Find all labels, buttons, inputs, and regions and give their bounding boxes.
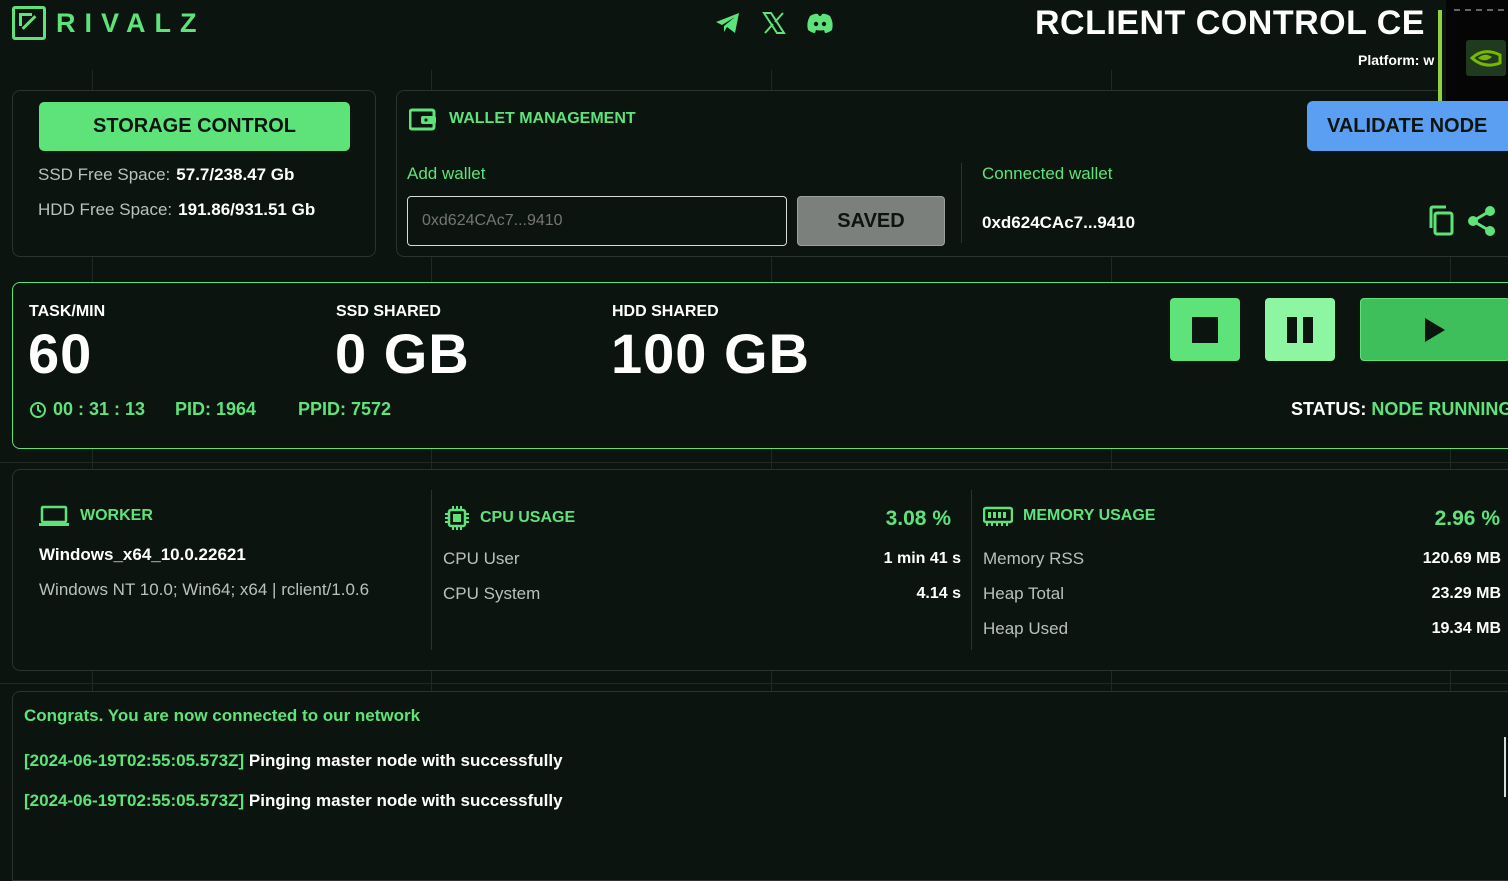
- heap-used-label: Heap Used: [983, 619, 1069, 638]
- discord-icon[interactable]: [806, 9, 834, 37]
- log-timestamp: [2024-06-19T02:55:05.573Z]: [24, 751, 245, 770]
- memory-rss-label: Memory RSS: [983, 549, 1085, 568]
- memory-title: MEMORY USAGE: [1023, 507, 1156, 524]
- wallet-address-input[interactable]: [407, 196, 787, 246]
- cpu-header: CPU USAGE: [444, 505, 575, 531]
- divider: [971, 490, 972, 650]
- log-timestamp: [2024-06-19T02:55:05.573Z]: [24, 791, 245, 810]
- cpu-title: CPU USAGE: [480, 509, 576, 526]
- hdd-free-label: HDD Free Space:: [38, 200, 173, 219]
- platform-label: Platform: w: [1358, 52, 1435, 68]
- status-label: STATUS:: [1291, 399, 1367, 419]
- clock-icon: [30, 401, 46, 418]
- task-per-min-value: 60: [28, 322, 93, 385]
- stop-icon: [1192, 316, 1218, 343]
- connected-wallet-label: Connected wallet: [982, 164, 1113, 183]
- stop-button[interactable]: [1170, 298, 1240, 361]
- validate-node-button[interactable]: VALIDATE NODE: [1307, 101, 1508, 151]
- status-value: NODE RUNNING: [1371, 399, 1508, 419]
- saved-button[interactable]: SAVED: [797, 196, 945, 246]
- ssd-shared-value: 0 GB: [335, 322, 470, 385]
- social-links: [714, 9, 834, 37]
- wallet-icon: [409, 108, 436, 131]
- heap-used-value: 19.34 MB: [1431, 620, 1501, 637]
- ssd-free-label: SSD Free Space:: [38, 165, 171, 184]
- divider: [431, 490, 432, 650]
- ssd-free-value: 57.7/238.47 Gb: [176, 165, 295, 184]
- worker-header: WORKER: [38, 505, 153, 527]
- memory-percent: 2.96 %: [1434, 507, 1500, 530]
- rivalz-logo-icon: [12, 6, 46, 40]
- worker-title: WORKER: [80, 507, 153, 524]
- pause-button[interactable]: [1265, 298, 1335, 361]
- wallet-title: WALLET MANAGEMENT: [449, 110, 636, 127]
- page-title: RCLIENT CONTROL CE: [1035, 4, 1425, 42]
- cpu-user-value: 1 min 41 s: [883, 550, 961, 567]
- uptime: 00 : 31 : 13: [29, 399, 145, 420]
- telegram-icon[interactable]: [714, 9, 742, 37]
- cpu-user-label: CPU User: [443, 549, 520, 568]
- memory-icon: [983, 506, 1013, 526]
- connected-message: Congrats. You are now connected to our n…: [24, 706, 421, 725]
- laptop-icon: [39, 505, 69, 526]
- divider: [961, 163, 962, 243]
- hdd-shared-label: HDD SHARED: [612, 303, 719, 320]
- worker-os: Windows_x64_10.0.22621: [39, 545, 246, 564]
- accent-bar: [1438, 10, 1442, 101]
- copy-icon[interactable]: [1427, 205, 1455, 237]
- brand-logo[interactable]: RIVALZ: [12, 6, 206, 40]
- storage-panel: STORAGE CONTROL SSD Free Space: 57.7/238.…: [12, 90, 376, 257]
- worker-agent: Windows NT 10.0; Win64; x64 | rclient/1.…: [39, 580, 370, 599]
- memory-rss-value: 120.69 MB: [1422, 550, 1501, 567]
- log-entry: [2024-06-19T02:55:05.573Z] Pinging maste…: [24, 751, 563, 771]
- cpu-system-value: 4.14 s: [916, 585, 961, 602]
- share-icon[interactable]: [1467, 205, 1497, 237]
- divider: [1454, 9, 1504, 11]
- connected-wallet-address: 0xd624CAc7...9410: [982, 213, 1136, 232]
- pid: PID: 1964: [175, 399, 257, 419]
- play-button[interactable]: [1360, 298, 1508, 361]
- heap-total-value: 23.29 MB: [1431, 585, 1501, 602]
- ppid: PPID: 7572: [298, 399, 392, 419]
- node-status: STATUS: NODE RUNNING: [1291, 399, 1508, 420]
- uptime-value: 00 : 31 : 13: [53, 399, 146, 419]
- memory-header: MEMORY USAGE: [983, 505, 1155, 527]
- cpu-chip-icon: [445, 506, 469, 530]
- cpu-percent: 3.08 %: [885, 507, 951, 530]
- nvidia-icon: [1466, 40, 1506, 76]
- log-text: Pinging master node with successfully: [248, 751, 563, 770]
- wallet-panel: WALLET MANAGEMENT Add wallet SAVED Conne…: [396, 90, 1508, 257]
- wallet-header: WALLET MANAGEMENT: [409, 107, 636, 131]
- grid-line: [0, 683, 1508, 684]
- system-stats-panel: WORKER Windows_x64_10.0.22621 Windows NT…: [12, 469, 1508, 671]
- cpu-system-label: CPU System: [443, 584, 541, 603]
- storage-control-button[interactable]: STORAGE CONTROL: [39, 102, 350, 151]
- hdd-shared-value: 100 GB: [611, 322, 810, 385]
- pause-icon: [1287, 316, 1313, 343]
- hdd-free-value: 191.86/931.51 Gb: [178, 200, 316, 219]
- log-entry: [2024-06-19T02:55:05.573Z] Pinging maste…: [24, 791, 563, 811]
- play-icon: [1425, 317, 1445, 342]
- x-icon[interactable]: [760, 9, 788, 37]
- node-panel: TASK/MIN 60 SSD SHARED 0 GB HDD SHARED 1…: [12, 282, 1508, 449]
- hdd-free-space: HDD Free Space: 191.86/931.51 Gb: [38, 200, 315, 220]
- log-text: Pinging master node with successfully: [248, 791, 563, 810]
- grid-line: [0, 462, 1508, 463]
- add-wallet-label: Add wallet: [407, 164, 486, 183]
- scrollbar[interactable]: [1504, 737, 1506, 797]
- heap-total-label: Heap Total: [983, 584, 1064, 603]
- log-panel: Congrats. You are now connected to our n…: [12, 691, 1508, 881]
- ssd-free-space: SSD Free Space: 57.7/238.47 Gb: [38, 165, 294, 185]
- nvidia-badge: [1446, 0, 1508, 101]
- ssd-shared-label: SSD SHARED: [336, 303, 441, 320]
- brand-name: RIVALZ: [56, 7, 206, 38]
- task-per-min-label: TASK/MIN: [29, 303, 106, 320]
